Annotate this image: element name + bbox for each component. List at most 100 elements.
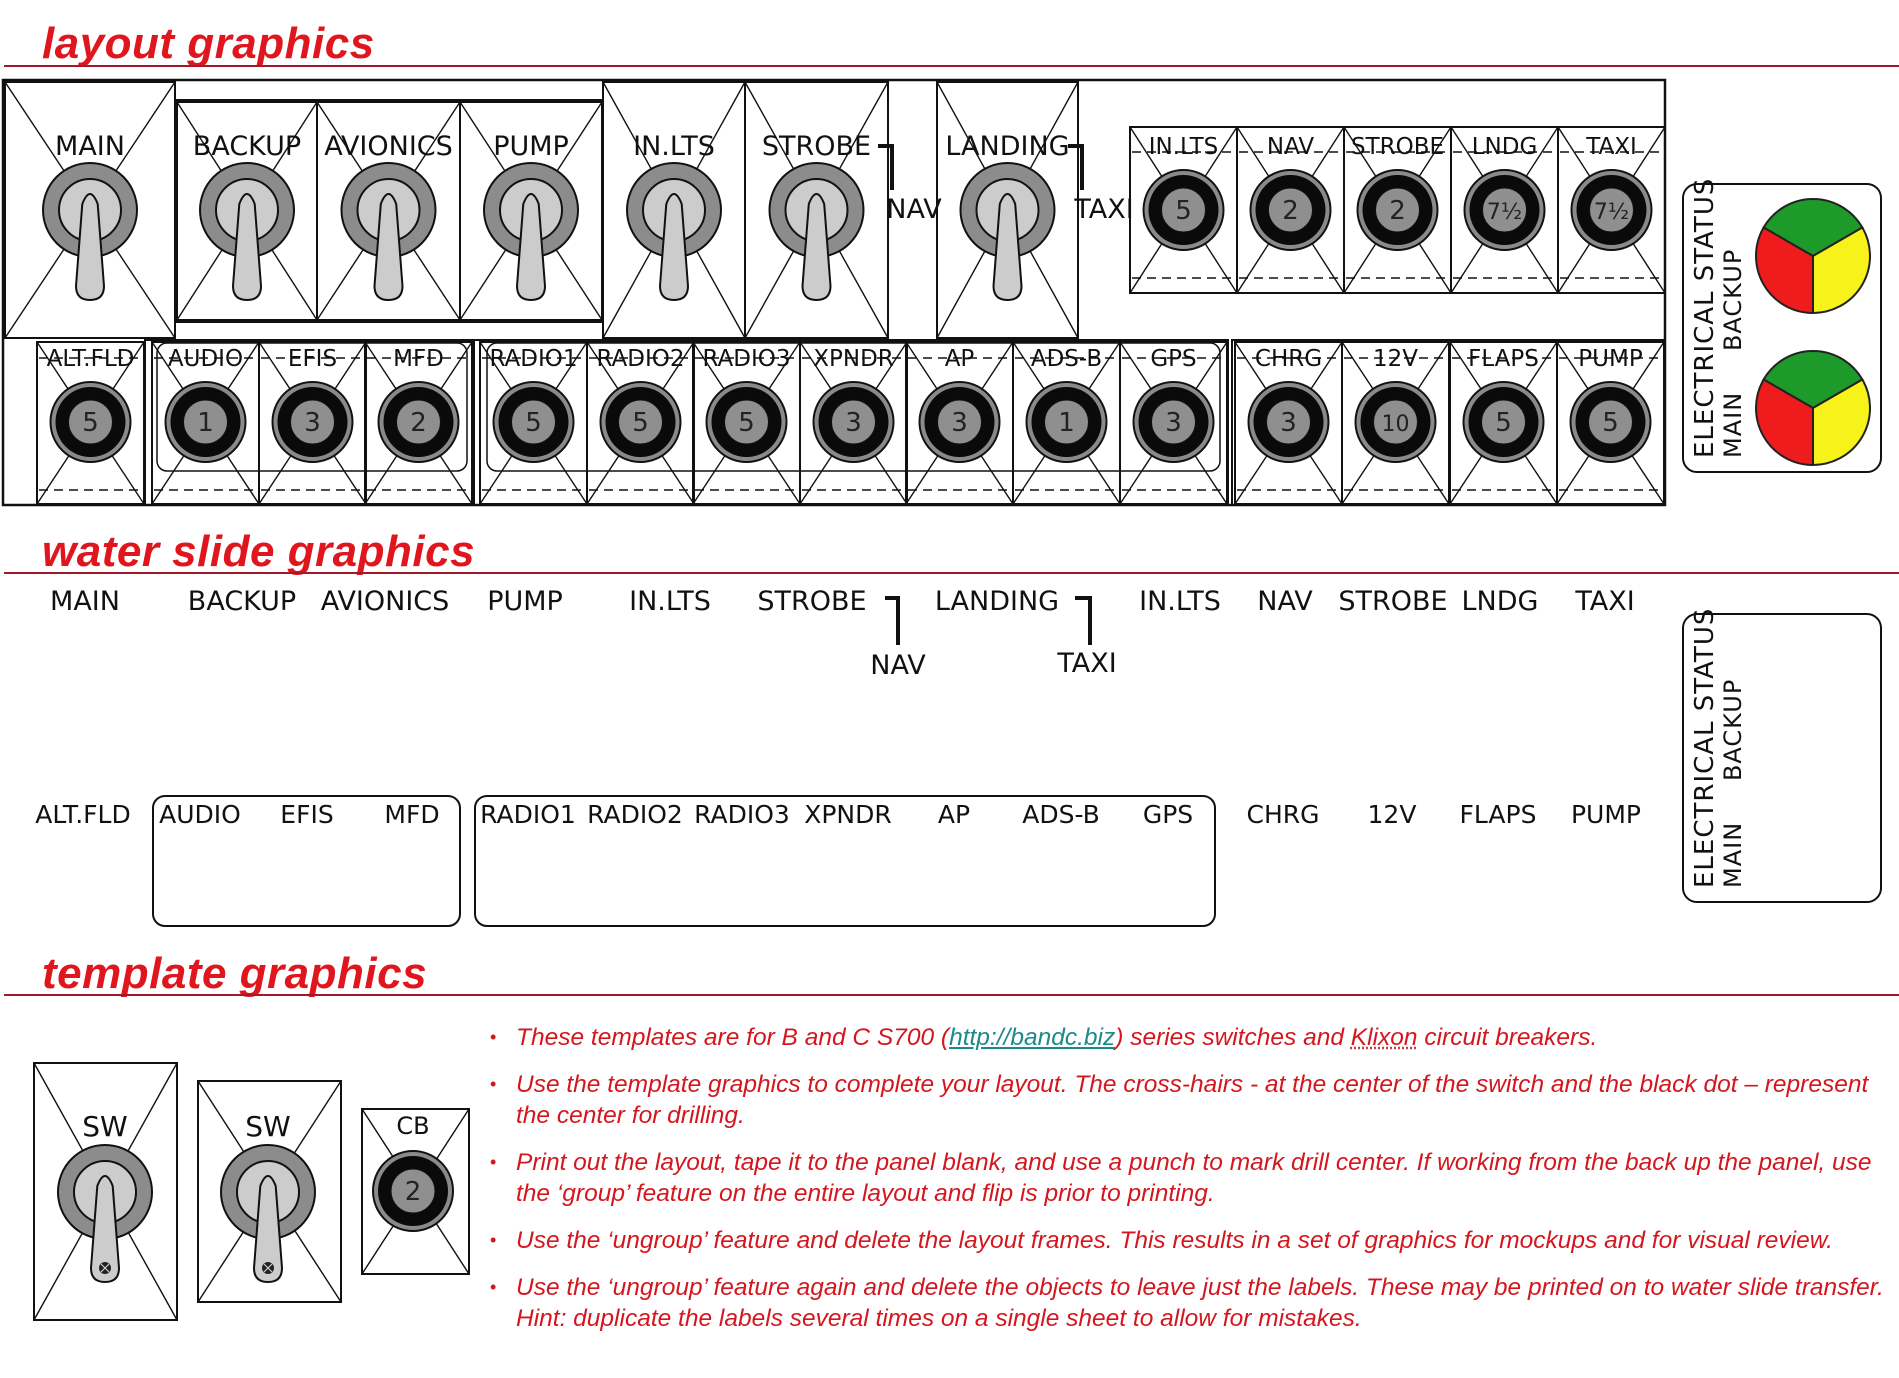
breaker-cell: 5 PUMP	[1556, 341, 1665, 505]
bullet-icon: •	[490, 1152, 497, 1172]
instruction-item: • These templates are for B and C S700 (h…	[490, 1022, 1890, 1053]
circuit-breaker-icon: 3	[271, 381, 354, 463]
circuit-breaker-icon: 5	[1462, 381, 1545, 463]
water-slide-label: ALT.FLD	[35, 800, 130, 829]
breaker-cell: 1 ADS-B	[1012, 341, 1121, 505]
water-slide-label: PUMP	[487, 586, 563, 617]
breaker-cell: 3 CHRG	[1234, 341, 1343, 505]
breaker-label: PUMP	[1578, 346, 1643, 372]
instruction-text: ) series switches and	[1115, 1024, 1351, 1051]
circuit-breaker-icon: 7½	[1570, 169, 1653, 251]
breaker-cell: 2 STROBE	[1343, 126, 1452, 294]
water-slide-label: LNDG	[1462, 586, 1539, 617]
cb-rating: 1	[197, 408, 214, 438]
circuit-breaker-icon: 2	[377, 381, 460, 463]
circuit-breaker-icon: 5	[492, 381, 575, 463]
switch-label: BACKUP	[193, 131, 301, 162]
electrical-status-title: ELECTRICAL STATUS	[1690, 178, 1720, 458]
instruction-text: Print out the layout, tape it to the pan…	[516, 1149, 1872, 1207]
instruction-item: • Use the ‘ungroup’ feature again and del…	[490, 1272, 1890, 1334]
layout-graphics-group: MAIN BACKUP AVIONICS PUMP IN.LTS STROBENAVLAN…	[1, 78, 1882, 507]
switch-label: LANDING	[945, 131, 1069, 162]
circuit-breaker-icon: 5	[1142, 169, 1225, 251]
breaker-label: ADS-B	[1031, 346, 1102, 372]
electrical-status-main-label: MAIN	[1719, 822, 1747, 888]
water-slide-label: EFIS	[280, 800, 333, 829]
circuit-breaker-icon: 3	[1132, 381, 1215, 463]
cb-rating: 5	[1495, 408, 1512, 438]
instruction-item: • Use the template graphics to complete y…	[490, 1069, 1890, 1131]
bandc-link[interactable]: http://bandc.biz	[949, 1024, 1115, 1051]
circuit-breaker-icon: 1	[1025, 381, 1108, 463]
water-slide-label: IN.LTS	[629, 586, 711, 617]
bullet-icon: •	[490, 1027, 497, 1047]
bracket-connector	[1075, 596, 1092, 645]
water-slide-sub-label: NAV	[870, 650, 926, 681]
cb-rating: 5	[525, 408, 542, 438]
electrical-status-title: ELECTRICAL STATUS	[1690, 608, 1720, 888]
cb-rating: 3	[304, 408, 321, 438]
template-label: SW	[245, 1110, 290, 1143]
bracket-connector	[878, 144, 894, 190]
water-slide-graphics-group: MAIN BACKUP AVIONICS PUMP IN.LTS STROBE LANDIN…	[35, 586, 1882, 927]
water-slide-label: XPNDR	[804, 800, 892, 829]
water-slide-label: TAXI	[1574, 586, 1634, 617]
breaker-label: AP	[945, 346, 975, 372]
breaker-cell: 5 FLAPS	[1449, 341, 1558, 505]
breaker-label: TAXI	[1585, 134, 1637, 160]
circuit-breaker-icon: 3	[812, 381, 895, 463]
switch-cell-strobe: STROBE NAV	[744, 81, 942, 339]
water-slide-label: CHRG	[1247, 800, 1320, 829]
breaker-label: 12V	[1373, 346, 1418, 372]
toggle-switch-icon	[959, 162, 1056, 302]
water-slide-label: MAIN	[50, 586, 120, 617]
breaker-cell: 7½ TAXI	[1557, 126, 1666, 294]
water-slide-label: IN.LTS	[1139, 586, 1221, 617]
breaker-cell: 5 RADIO2	[586, 341, 695, 505]
breaker-cell: 5 RADIO3	[692, 341, 801, 505]
instruction-text: Use the ‘ungroup’ feature again and dele…	[516, 1274, 1884, 1332]
switch-label: AVIONICS	[324, 131, 453, 162]
circuit-breaker-icon: 10	[1354, 381, 1437, 463]
circuit-breaker-icon: 2	[1356, 169, 1439, 251]
brand-name: Klixon	[1350, 1024, 1418, 1051]
toggle-switch-icon	[199, 162, 295, 302]
electrical-status-backup-label: BACKUP	[1719, 679, 1747, 781]
toggle-switch-icon	[768, 162, 865, 302]
instruction-item: • Use the ‘ungroup’ feature and delete th…	[490, 1225, 1890, 1256]
cb-rating: 2	[410, 408, 427, 438]
water-slide-label: 12V	[1368, 800, 1417, 829]
circuit-breaker-icon: 1	[164, 381, 247, 463]
template-graphics-group: SW SW CB 2	[33, 1062, 470, 1321]
bracket-connector	[1068, 144, 1084, 190]
instruction-text: circuit breakers.	[1417, 1024, 1598, 1051]
electrical-status-backup-label: BACKUP	[1719, 249, 1747, 351]
toggle-switch-icon	[483, 162, 579, 302]
switch-cell-main: MAIN	[4, 81, 176, 339]
cb-rating: 3	[1165, 408, 1182, 438]
toggle-switch-icon	[57, 1144, 153, 1284]
breaker-label: IN.LTS	[1149, 134, 1219, 160]
water-slide-label: PUMP	[1571, 800, 1641, 829]
water-slide-label: AP	[938, 800, 970, 829]
water-slide-label: STROBE	[1338, 586, 1447, 617]
water-slide-label: BACKUP	[188, 586, 296, 617]
switch-cell-pump: PUMP	[459, 101, 603, 321]
water-slide-label: ADS-B	[1022, 800, 1100, 829]
electrical-status-main-label: MAIN	[1719, 392, 1747, 458]
breaker-label: LNDG	[1472, 134, 1538, 160]
cb-rating: 5	[738, 408, 755, 438]
breaker-label: XPNDR	[813, 346, 894, 372]
breaker-label: GPS	[1150, 346, 1196, 372]
breaker-cell: 5 ALT.FLD	[36, 341, 145, 505]
water-slide-label: STROBE	[757, 586, 866, 617]
switch-sub-label: NAV	[886, 194, 942, 225]
bullet-icon: •	[490, 1074, 497, 1094]
bullet-icon: •	[490, 1230, 497, 1250]
cb-rating: 5	[632, 408, 649, 438]
water-slide-label: NAV	[1257, 586, 1313, 617]
breaker-label: ALT.FLD	[47, 346, 135, 372]
circuit-breaker-icon: 2	[372, 1150, 454, 1232]
breaker-cell: 10 12V	[1341, 341, 1450, 505]
water-slide-label: RADIO3	[694, 800, 790, 829]
